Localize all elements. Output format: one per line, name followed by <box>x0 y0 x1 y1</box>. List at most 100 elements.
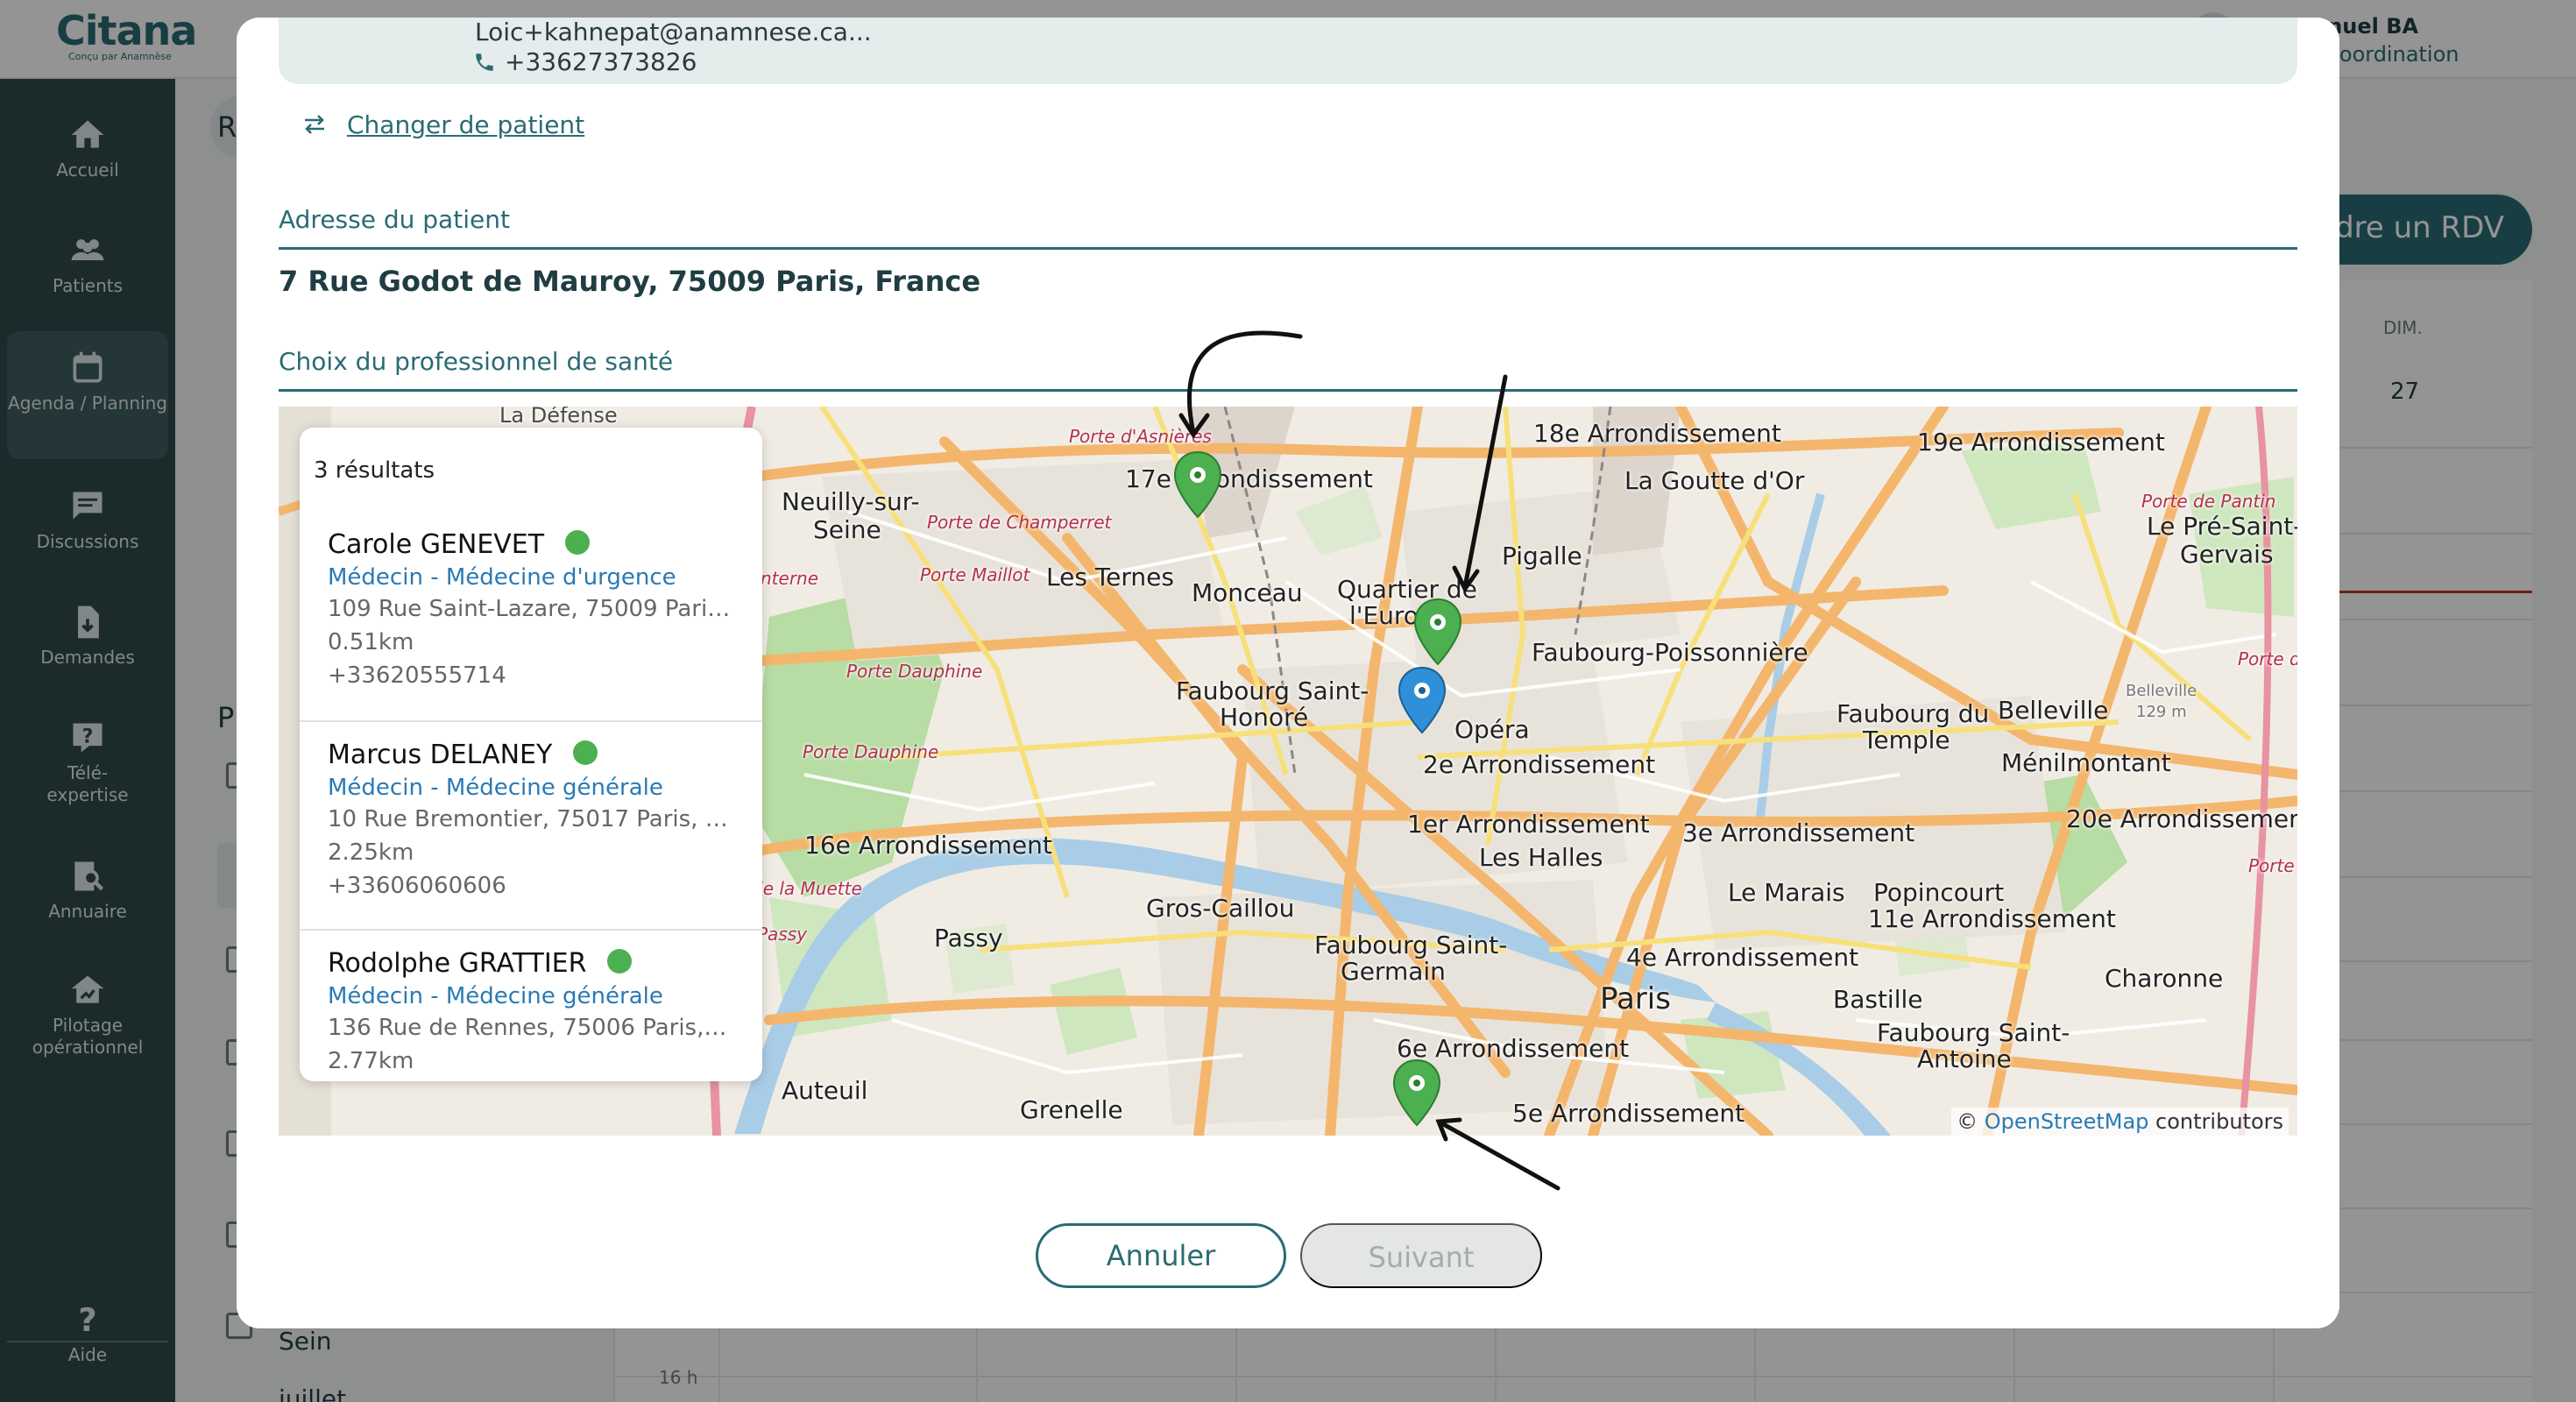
map-marker-marcus-delaney[interactable] <box>1172 450 1223 519</box>
map-label: de la Muette <box>752 878 862 899</box>
patient-address-label: Adresse du patient <box>279 205 510 234</box>
section-divider <box>279 389 2297 392</box>
result-card-rodolphe-grattier[interactable]: Rodolphe GRATTIER Médecin - Médecine gén… <box>300 929 762 1081</box>
map-label: Porte de Champerret <box>927 512 1112 533</box>
map-label: Opéra <box>1454 715 1530 744</box>
section-divider <box>279 247 2297 250</box>
professional-distance: 2.77km <box>328 1048 414 1074</box>
map-label: Pigalle <box>1502 542 1582 570</box>
professional-phone: +33606060606 <box>328 873 506 899</box>
map-label: Faubourg du <box>1836 699 1990 728</box>
result-card-carole-genevet[interactable]: Carole GENEVET Médecin - Médecine d'urge… <box>300 512 762 720</box>
map-label: Porte Maillot <box>920 564 1030 585</box>
map-marker-rodolphe-grattier[interactable] <box>1391 1059 1442 1127</box>
map-label: 2e Arrondissement <box>1423 750 1656 779</box>
cancel-button[interactable]: Annuler <box>1036 1223 1286 1288</box>
professional-address: 10 Rue Bremontier, 75017 Paris, Fra... <box>328 806 731 832</box>
patient-email: Loic+kahnepat@anamnese.ca... <box>475 18 872 46</box>
swap-arrows-icon <box>305 115 324 134</box>
map-label: Temple <box>1863 726 1950 754</box>
professional-address: 109 Rue Saint-Lazare, 75009 Paris, ... <box>328 596 731 622</box>
professional-specialty: Médecin - Médecine générale <box>328 983 663 1009</box>
map-label: 4e Arrondissement <box>1626 943 1859 972</box>
map-label: Porte <box>2248 855 2295 876</box>
map-label: Paris <box>1600 981 1671 1016</box>
map-label: Le Pré-Saint- <box>2147 512 2297 541</box>
map-label: 1er Arrondissement <box>1407 810 1650 839</box>
professional-name-row: Rodolphe GRATTIER <box>328 948 633 979</box>
patient-phone: +33627373826 <box>505 47 697 76</box>
patient-phone-row: +33627373826 <box>473 47 697 76</box>
map-label: Charonne <box>2105 964 2224 993</box>
professional-name: Rodolphe GRATTIER <box>328 948 587 979</box>
map-label: La Goutte d'Or <box>1624 466 1805 495</box>
map-label: Porte Dauphine <box>803 741 939 762</box>
map-label: 18e Arrondissement <box>1533 419 1781 448</box>
change-patient-label: Changer de patient <box>347 110 585 139</box>
map-label: Popincourt <box>1873 878 2005 907</box>
patient-address: 7 Rue Godot de Mauroy, 75009 Paris, Fran… <box>279 265 981 298</box>
patient-contact-card: Loic+kahnepat@anamnese.ca... +3362737382… <box>279 18 2297 84</box>
map-label: Faubourg-Poissonnière <box>1532 638 1808 667</box>
map-label: Bastille <box>1833 985 1923 1014</box>
map-label: 19e Arrondissement <box>1917 428 2165 457</box>
professional-specialty: Médecin - Médecine générale <box>328 775 663 801</box>
map-label: Seine <box>813 515 881 544</box>
map-label: nterne <box>761 568 819 589</box>
map-label: Monceau <box>1192 578 1303 607</box>
phone-icon <box>476 53 493 71</box>
map-label: Belleville <box>2126 682 2197 700</box>
map-label: Ménilmontant <box>2001 748 2171 777</box>
map-label: 5e Arrondissement <box>1512 1099 1745 1128</box>
map-label: Passy <box>757 924 807 945</box>
professionals-map[interactable]: La Défense Porte d'Asnières 17e Arrondis… <box>279 407 2297 1136</box>
openstreetmap-link[interactable]: OpenStreetMap <box>1985 1109 2149 1134</box>
map-label: Gros-Caillou <box>1146 894 1295 923</box>
map-label: 17e Arrondissement <box>1125 464 1373 493</box>
map-label: Gervais <box>2180 540 2274 569</box>
map-label: 11e Arrondissement <box>1868 904 2116 933</box>
results-count: 3 résultats <box>314 457 435 484</box>
map-label: Porte des <box>2238 648 2297 669</box>
change-patient-link[interactable]: Changer de patient <box>300 110 584 139</box>
professional-name: Carole GENEVET <box>328 529 545 560</box>
map-label: Neuilly-sur- <box>782 487 920 516</box>
availability-status-dot <box>607 949 633 974</box>
professional-distance: 2.25km <box>328 839 414 866</box>
map-label: Faubourg Saint- <box>1176 676 1369 705</box>
map-label: 129 m <box>2136 703 2187 721</box>
map-label: Porte d'Asnières <box>1069 426 1212 447</box>
map-label: 20e Arrondissement <box>2066 804 2297 833</box>
map-label: La Défense <box>499 407 618 428</box>
results-panel: 3 résultats Carole GENEVET Médecin - Méd… <box>300 428 762 1081</box>
next-button[interactable]: Suivant <box>1300 1223 1542 1288</box>
map-label: Antoine <box>1917 1044 2012 1073</box>
map-label: Les Ternes <box>1046 563 1174 591</box>
attribution-suffix: contributors <box>2155 1109 2283 1134</box>
map-label: Honoré <box>1220 703 1309 732</box>
map-label: Belleville <box>1998 696 2109 725</box>
map-label: Porte de Pantin <box>2141 491 2276 512</box>
professional-name-row: Carole GENEVET <box>328 529 591 560</box>
professional-choice-label: Choix du professionnel de santé <box>279 347 674 376</box>
professional-address: 136 Rue de Rennes, 75006 Paris, Fr... <box>328 1015 731 1041</box>
map-label: Le Marais <box>1728 878 1845 907</box>
map-label: Les Halles <box>1479 843 1603 872</box>
map-label: Germain <box>1341 957 1446 986</box>
map-marker-patient[interactable] <box>1397 666 1447 734</box>
map-label: 16e Arrondissement <box>804 831 1052 860</box>
result-card-marcus-delaney[interactable]: Marcus DELANEY Médecin - Médecine généra… <box>300 720 762 929</box>
availability-status-dot <box>573 740 598 765</box>
map-attribution: © OpenStreetMap contributors <box>1951 1108 2289 1136</box>
professional-phone: +33620555714 <box>328 662 506 689</box>
map-label: Auteuil <box>782 1076 868 1105</box>
professional-specialty: Médecin - Médecine d'urgence <box>328 564 676 591</box>
map-label: Faubourg Saint- <box>1314 931 1508 959</box>
map-label: Porte Dauphine <box>846 661 983 682</box>
professional-distance: 0.51km <box>328 629 414 655</box>
professional-name-row: Marcus DELANEY <box>328 740 598 770</box>
map-label: 3e Arrondissement <box>1682 818 1915 847</box>
map-marker-carole-genevet[interactable] <box>1412 598 1463 666</box>
map-label: Passy <box>934 924 1003 952</box>
map-label: Faubourg Saint- <box>1877 1018 2070 1047</box>
